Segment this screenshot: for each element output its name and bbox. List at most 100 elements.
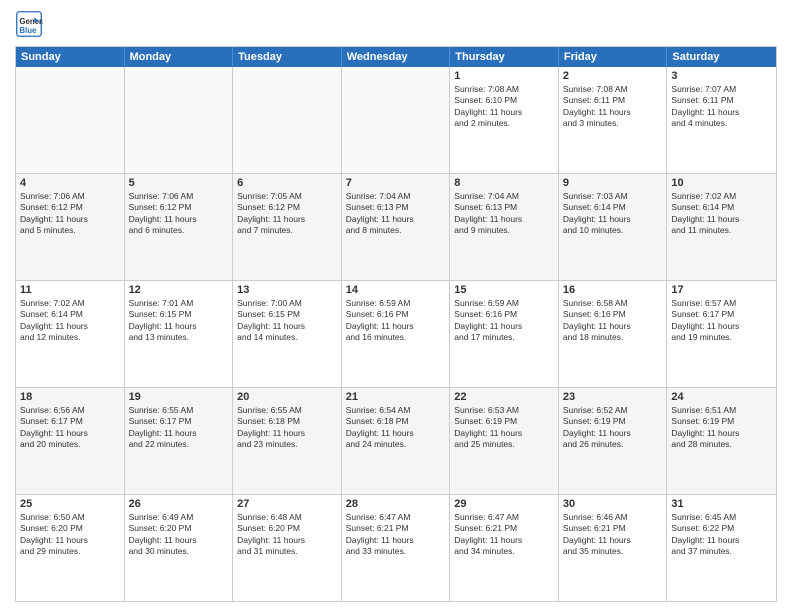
cell-info: Sunrise: 7:05 AM Sunset: 6:12 PM Dayligh…: [237, 191, 337, 237]
weekday-header: Sunday: [16, 47, 125, 67]
calendar-cell: 7Sunrise: 7:04 AM Sunset: 6:13 PM Daylig…: [342, 174, 451, 280]
day-number: 21: [346, 391, 446, 403]
day-number: 24: [671, 391, 772, 403]
cell-info: Sunrise: 7:02 AM Sunset: 6:14 PM Dayligh…: [20, 298, 120, 344]
calendar-cell: 2Sunrise: 7:08 AM Sunset: 6:11 PM Daylig…: [559, 67, 668, 173]
calendar-cell: 10Sunrise: 7:02 AM Sunset: 6:14 PM Dayli…: [667, 174, 776, 280]
day-number: 29: [454, 498, 554, 510]
calendar-cell: 25 Sunrise: 6:50 AM Sunset: 6:20 PM Dayli…: [16, 495, 125, 601]
calendar-cell: 24 Sunrise: 6:51 AM Sunset: 6:19 PM Dayli…: [667, 388, 776, 494]
calendar-cell: [125, 67, 234, 173]
calendar-cell: 15Sunrise: 6:59 AM Sunset: 6:16 PM Dayli…: [450, 281, 559, 387]
cell-info: Sunrise: 7:08 AM Sunset: 6:10 PM Dayligh…: [454, 84, 554, 130]
day-number: 13: [237, 284, 337, 296]
weekday-header: Thursday: [450, 47, 559, 67]
day-number: 25: [20, 498, 120, 510]
calendar-cell: 8 Sunrise: 7:04 AM Sunset: 6:13 PM Daylig…: [450, 174, 559, 280]
day-number: 28: [346, 498, 446, 510]
cell-info: Sunrise: 6:47 AM Sunset: 6:21 PM Dayligh…: [346, 512, 446, 558]
cell-info: Sunrise: 7:06 AM Sunset: 6:12 PM Dayligh…: [129, 191, 229, 237]
calendar-cell: 21Sunrise: 6:54 AM Sunset: 6:18 PM Dayli…: [342, 388, 451, 494]
calendar-cell: 16 Sunrise: 6:58 AM Sunset: 6:16 PM Dayli…: [559, 281, 668, 387]
day-number: 20: [237, 391, 337, 403]
header: General Blue: [15, 10, 777, 38]
weekday-header: Saturday: [667, 47, 776, 67]
calendar-cell: 14 Sunrise: 6:59 AM Sunset: 6:16 PM Dayli…: [342, 281, 451, 387]
calendar-row: 4 Sunrise: 7:06 AM Sunset: 6:12 PM Daylig…: [16, 174, 776, 281]
calendar-cell: 17 Sunrise: 6:57 AM Sunset: 6:17 PM Dayli…: [667, 281, 776, 387]
calendar-cell: 9 Sunrise: 7:03 AM Sunset: 6:14 PM Daylig…: [559, 174, 668, 280]
day-number: 27: [237, 498, 337, 510]
weekday-header: Friday: [559, 47, 668, 67]
cell-info: Sunrise: 6:49 AM Sunset: 6:20 PM Dayligh…: [129, 512, 229, 558]
svg-text:General: General: [19, 17, 43, 26]
logo: General Blue: [15, 10, 47, 38]
calendar-cell: [342, 67, 451, 173]
calendar-cell: 11 Sunrise: 7:02 AM Sunset: 6:14 PM Dayli…: [16, 281, 125, 387]
calendar-row: 11 Sunrise: 7:02 AM Sunset: 6:14 PM Dayli…: [16, 281, 776, 388]
day-number: 30: [563, 498, 663, 510]
calendar-cell: 5 Sunrise: 7:06 AM Sunset: 6:12 PM Daylig…: [125, 174, 234, 280]
day-number: 3: [671, 70, 772, 82]
cell-info: Sunrise: 6:50 AM Sunset: 6:20 PM Dayligh…: [20, 512, 120, 558]
calendar-cell: 1Sunrise: 7:08 AM Sunset: 6:10 PM Daylig…: [450, 67, 559, 173]
cell-info: Sunrise: 6:59 AM Sunset: 6:16 PM Dayligh…: [346, 298, 446, 344]
calendar: SundayMondayTuesdayWednesdayThursdayFrid…: [15, 46, 777, 602]
cell-info: Sunrise: 6:51 AM Sunset: 6:19 PM Dayligh…: [671, 405, 772, 451]
calendar-cell: 6 Sunrise: 7:05 AM Sunset: 6:12 PM Daylig…: [233, 174, 342, 280]
day-number: 11: [20, 284, 120, 296]
day-number: 8: [454, 177, 554, 189]
cell-info: Sunrise: 6:57 AM Sunset: 6:17 PM Dayligh…: [671, 298, 772, 344]
cell-info: Sunrise: 7:02 AM Sunset: 6:14 PM Dayligh…: [671, 191, 772, 237]
calendar-cell: 28 Sunrise: 6:47 AM Sunset: 6:21 PM Dayli…: [342, 495, 451, 601]
calendar-header: SundayMondayTuesdayWednesdayThursdayFrid…: [16, 47, 776, 67]
day-number: 9: [563, 177, 663, 189]
calendar-cell: 12Sunrise: 7:01 AM Sunset: 6:15 PM Dayli…: [125, 281, 234, 387]
cell-info: Sunrise: 6:52 AM Sunset: 6:19 PM Dayligh…: [563, 405, 663, 451]
cell-info: Sunrise: 7:03 AM Sunset: 6:14 PM Dayligh…: [563, 191, 663, 237]
calendar-cell: [16, 67, 125, 173]
calendar-cell: 23 Sunrise: 6:52 AM Sunset: 6:19 PM Dayli…: [559, 388, 668, 494]
day-number: 16: [563, 284, 663, 296]
cell-info: Sunrise: 6:46 AM Sunset: 6:21 PM Dayligh…: [563, 512, 663, 558]
cell-info: Sunrise: 7:04 AM Sunset: 6:13 PM Dayligh…: [454, 191, 554, 237]
day-number: 5: [129, 177, 229, 189]
calendar-cell: 29Sunrise: 6:47 AM Sunset: 6:21 PM Dayli…: [450, 495, 559, 601]
calendar-cell: 30 Sunrise: 6:46 AM Sunset: 6:21 PM Dayli…: [559, 495, 668, 601]
day-number: 23: [563, 391, 663, 403]
day-number: 19: [129, 391, 229, 403]
page: General Blue SundayMondayTuesdayWednesda…: [0, 0, 792, 612]
calendar-cell: 19 Sunrise: 6:55 AM Sunset: 6:17 PM Dayli…: [125, 388, 234, 494]
day-number: 4: [20, 177, 120, 189]
day-number: 31: [671, 498, 772, 510]
calendar-cell: 31 Sunrise: 6:45 AM Sunset: 6:22 PM Dayli…: [667, 495, 776, 601]
day-number: 26: [129, 498, 229, 510]
cell-info: Sunrise: 7:07 AM Sunset: 6:11 PM Dayligh…: [671, 84, 772, 130]
cell-info: Sunrise: 6:55 AM Sunset: 6:17 PM Dayligh…: [129, 405, 229, 451]
day-number: 18: [20, 391, 120, 403]
cell-info: Sunrise: 6:45 AM Sunset: 6:22 PM Dayligh…: [671, 512, 772, 558]
cell-info: Sunrise: 6:58 AM Sunset: 6:16 PM Dayligh…: [563, 298, 663, 344]
calendar-cell: 26 Sunrise: 6:49 AM Sunset: 6:20 PM Dayli…: [125, 495, 234, 601]
calendar-cell: 13 Sunrise: 7:00 AM Sunset: 6:15 PM Dayli…: [233, 281, 342, 387]
cell-info: Sunrise: 7:00 AM Sunset: 6:15 PM Dayligh…: [237, 298, 337, 344]
calendar-body: 1Sunrise: 7:08 AM Sunset: 6:10 PM Daylig…: [16, 67, 776, 601]
calendar-cell: 22Sunrise: 6:53 AM Sunset: 6:19 PM Dayli…: [450, 388, 559, 494]
cell-info: Sunrise: 6:56 AM Sunset: 6:17 PM Dayligh…: [20, 405, 120, 451]
calendar-cell: [233, 67, 342, 173]
cell-info: Sunrise: 6:55 AM Sunset: 6:18 PM Dayligh…: [237, 405, 337, 451]
calendar-cell: 4 Sunrise: 7:06 AM Sunset: 6:12 PM Daylig…: [16, 174, 125, 280]
weekday-header: Tuesday: [233, 47, 342, 67]
calendar-cell: 18 Sunrise: 6:56 AM Sunset: 6:17 PM Dayli…: [16, 388, 125, 494]
logo-icon: General Blue: [15, 10, 43, 38]
day-number: 2: [563, 70, 663, 82]
day-number: 6: [237, 177, 337, 189]
cell-info: Sunrise: 6:59 AM Sunset: 6:16 PM Dayligh…: [454, 298, 554, 344]
cell-info: Sunrise: 6:48 AM Sunset: 6:20 PM Dayligh…: [237, 512, 337, 558]
day-number: 14: [346, 284, 446, 296]
calendar-row: 1Sunrise: 7:08 AM Sunset: 6:10 PM Daylig…: [16, 67, 776, 174]
day-number: 17: [671, 284, 772, 296]
calendar-cell: 20 Sunrise: 6:55 AM Sunset: 6:18 PM Dayli…: [233, 388, 342, 494]
cell-info: Sunrise: 7:06 AM Sunset: 6:12 PM Dayligh…: [20, 191, 120, 237]
weekday-header: Monday: [125, 47, 234, 67]
